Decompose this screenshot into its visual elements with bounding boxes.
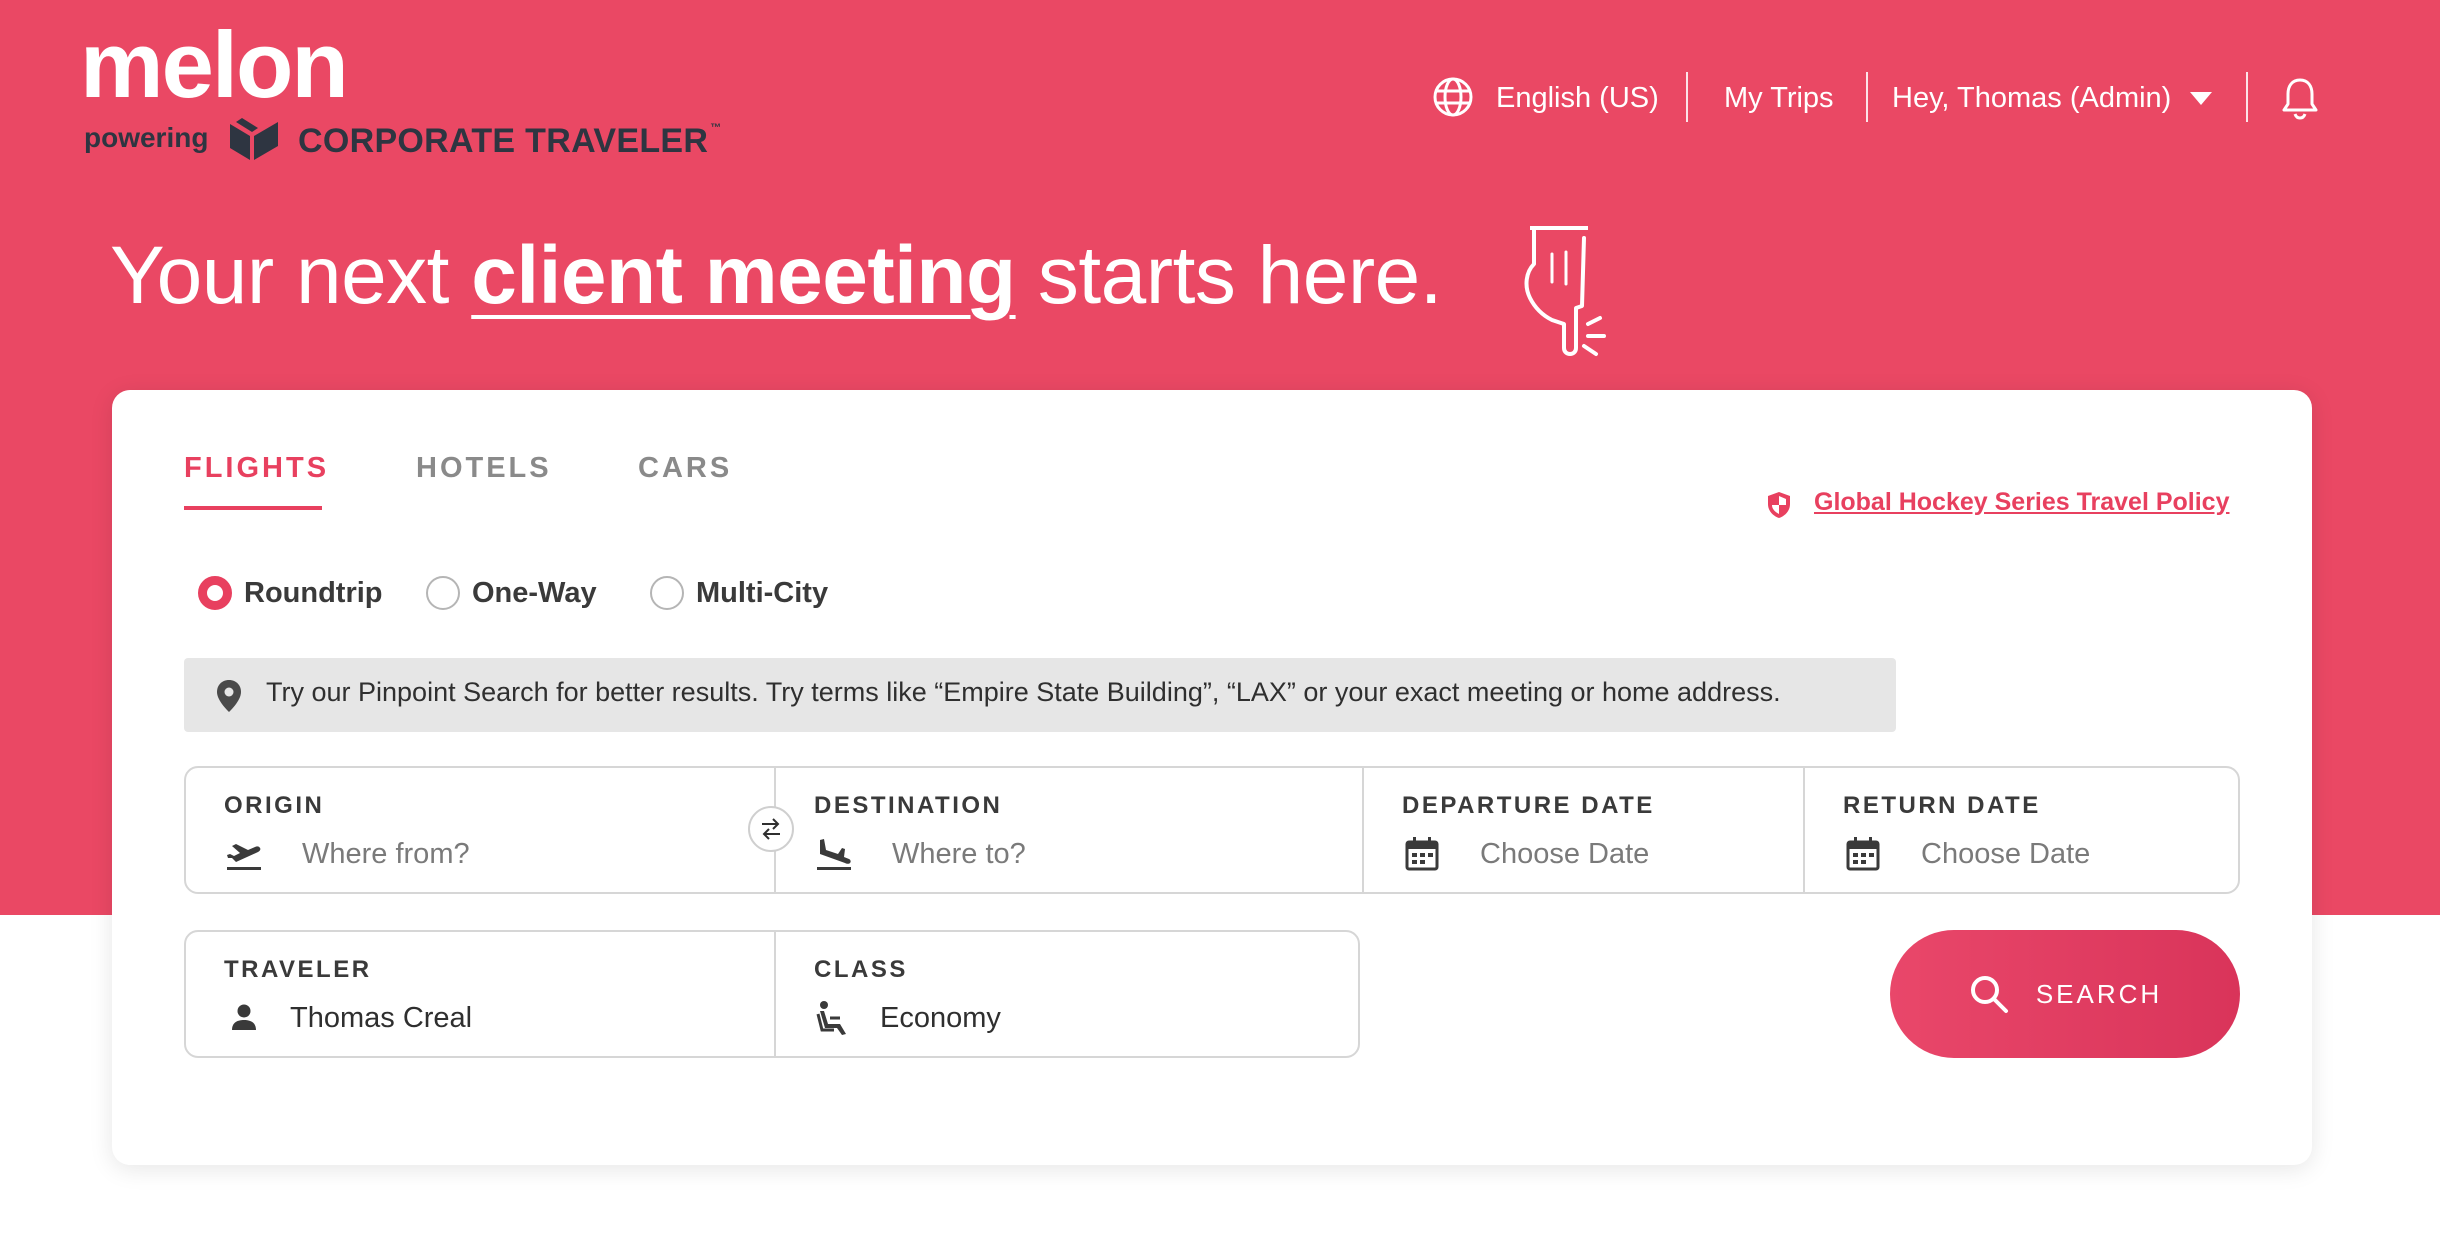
- nav-divider: [1686, 72, 1688, 122]
- bell-icon[interactable]: [2280, 76, 2320, 120]
- plane-takeoff-icon: [227, 844, 261, 870]
- tab-flights[interactable]: FLIGHTS: [184, 452, 329, 485]
- search-card: FLIGHTS HOTELS CARS Global Hockey Series…: [112, 390, 2312, 1165]
- calendar-icon: [1405, 837, 1439, 871]
- active-tab-indicator: [184, 506, 322, 510]
- radio-button[interactable]: [426, 576, 460, 610]
- pinpoint-search-tip: Try our Pinpoint Search for better resul…: [184, 658, 1896, 732]
- nav-divider: [2246, 72, 2248, 122]
- travel-policy-link[interactable]: Global Hockey Series Travel Policy: [1814, 488, 2230, 517]
- language-selector[interactable]: English (US): [1496, 78, 1659, 118]
- radio-button[interactable]: [650, 576, 684, 610]
- airline-seat-icon: [816, 1001, 846, 1035]
- return-date-field[interactable]: RETURN DATE Choose Date: [1803, 768, 2238, 892]
- shield-icon: [1768, 492, 1790, 518]
- my-trips-link[interactable]: My Trips: [1724, 78, 1834, 118]
- traveler-class-fields: TRAVELER Thomas Creal CLASS Economy: [184, 930, 1360, 1058]
- trip-type-roundtrip[interactable]: Roundtrip: [198, 573, 383, 613]
- powering-text: powering: [84, 122, 209, 153]
- corporate-traveler-logo-icon: [230, 118, 278, 160]
- class-field[interactable]: CLASS Economy: [774, 932, 1358, 1056]
- trip-type-multi-city[interactable]: Multi-City: [650, 573, 828, 613]
- chevron-down-icon[interactable]: [2190, 92, 2212, 105]
- plane-landing-icon: [817, 839, 851, 870]
- nav-divider: [1866, 72, 1868, 122]
- search-button[interactable]: SEARCH: [1890, 930, 2240, 1058]
- destination-field[interactable]: DESTINATION Where to?: [774, 768, 1362, 892]
- corporate-traveler-logo-text: CORPORATE TRAVELER ™: [298, 122, 722, 160]
- radio-button[interactable]: [198, 576, 232, 610]
- tab-cars[interactable]: CARS: [638, 452, 732, 485]
- person-icon: [232, 1004, 256, 1030]
- origin-field[interactable]: ORIGIN Where from?: [186, 768, 774, 892]
- tip-text: Try our Pinpoint Search for better resul…: [266, 677, 1781, 707]
- departure-date-field[interactable]: DEPARTURE DATE Choose Date: [1362, 768, 1803, 892]
- hero-highlight: client meeting: [471, 230, 1016, 321]
- traveler-field[interactable]: TRAVELER Thomas Creal: [186, 932, 774, 1056]
- swap-locations-button[interactable]: [748, 806, 794, 852]
- hero-headline: Your next client meeting starts here.: [110, 230, 1443, 321]
- globe-icon[interactable]: [1432, 76, 1474, 118]
- trip-type-one-way[interactable]: One-Way: [426, 573, 597, 613]
- calendar-icon: [1846, 837, 1880, 871]
- tab-hotels[interactable]: HOTELS: [416, 452, 552, 485]
- melon-logo[interactable]: melon: [80, 18, 349, 112]
- search-icon: [1970, 976, 2008, 1013]
- pointing-hand-icon: [1524, 226, 1606, 356]
- user-menu[interactable]: Hey, Thomas (Admin): [1892, 78, 2171, 118]
- map-pin-icon: [217, 680, 241, 712]
- swap-arrows-icon: [762, 818, 780, 840]
- flight-search-fields: ORIGIN Where from? DESTINATION Where to?…: [184, 766, 2240, 894]
